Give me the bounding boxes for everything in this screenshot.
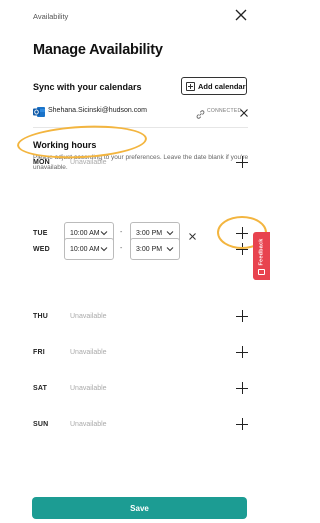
- unavailable-text: Unavailable: [70, 159, 107, 166]
- remove-time-icon[interactable]: [188, 228, 197, 240]
- add-calendar-label: Add calendar: [198, 81, 246, 91]
- time-separator: -: [120, 245, 123, 252]
- day-row-thu: THU Unavailable: [33, 305, 248, 329]
- end-time-select[interactable]: 3:00 PM: [130, 238, 180, 260]
- outlook-icon: [33, 105, 45, 117]
- end-time-value: 3:00 PM: [136, 245, 163, 253]
- unavailable-text: Unavailable: [70, 313, 107, 320]
- start-time-value: 10:00 AM: [70, 229, 100, 237]
- section-divider: [33, 127, 248, 128]
- page-title: Manage Availability: [33, 42, 163, 58]
- breadcrumb: Availability: [33, 12, 69, 21]
- time-separator: -: [120, 229, 123, 236]
- close-icon[interactable]: [234, 8, 248, 22]
- day-label: THU: [33, 313, 48, 320]
- day-row-wed: WED 10:00 AM - 3:00 PM: [33, 238, 248, 262]
- add-time-plus-icon[interactable]: [236, 310, 248, 322]
- day-label: SAT: [33, 385, 48, 392]
- day-row-sat: SAT Unavailable: [33, 377, 248, 401]
- connected-account-row: Shehana.Sicinski@hudson.com CONNECTED: [33, 105, 248, 119]
- day-label: MON: [33, 159, 50, 166]
- disconnect-icon[interactable]: [239, 105, 249, 117]
- add-time-plus-icon[interactable]: [236, 346, 248, 358]
- chat-icon: [258, 269, 265, 275]
- feedback-label: Feedback: [258, 238, 265, 266]
- add-calendar-button[interactable]: Add calendar: [181, 77, 247, 95]
- link-icon: [196, 106, 205, 119]
- start-time-value: 10:00 AM: [70, 245, 100, 253]
- start-time-select[interactable]: 10:00 AM: [64, 238, 114, 260]
- add-time-plus-icon[interactable]: [236, 382, 248, 394]
- day-label: SUN: [33, 421, 49, 428]
- chevron-down-icon: [166, 231, 174, 236]
- day-label: FRI: [33, 349, 45, 356]
- chevron-down-icon: [166, 247, 174, 252]
- day-label: TUE: [33, 230, 48, 237]
- day-row-fri: FRI Unavailable: [33, 341, 248, 365]
- sync-calendars-heading: Sync with your calendars: [33, 82, 142, 92]
- add-time-plus-icon[interactable]: [236, 243, 248, 255]
- add-time-plus-icon[interactable]: [236, 418, 248, 430]
- plus-icon: [186, 81, 195, 91]
- day-row-sun: SUN Unavailable: [33, 413, 248, 437]
- feedback-tab[interactable]: Feedback: [253, 232, 270, 280]
- end-time-value: 3:00 PM: [136, 229, 163, 237]
- save-button[interactable]: Save: [32, 497, 247, 519]
- chevron-down-icon: [100, 247, 108, 252]
- unavailable-text: Unavailable: [70, 349, 107, 356]
- unavailable-text: Unavailable: [70, 385, 107, 392]
- connection-status: CONNECTED: [207, 108, 242, 114]
- account-email: Shehana.Sicinski@hudson.com: [48, 107, 147, 114]
- unavailable-text: Unavailable: [70, 421, 107, 428]
- day-label: WED: [33, 246, 50, 253]
- day-row-mon: MON Unavailable: [33, 151, 248, 175]
- add-time-plus-icon[interactable]: [236, 156, 248, 168]
- working-hours-heading: Working hours: [33, 140, 97, 150]
- chevron-down-icon: [100, 231, 108, 236]
